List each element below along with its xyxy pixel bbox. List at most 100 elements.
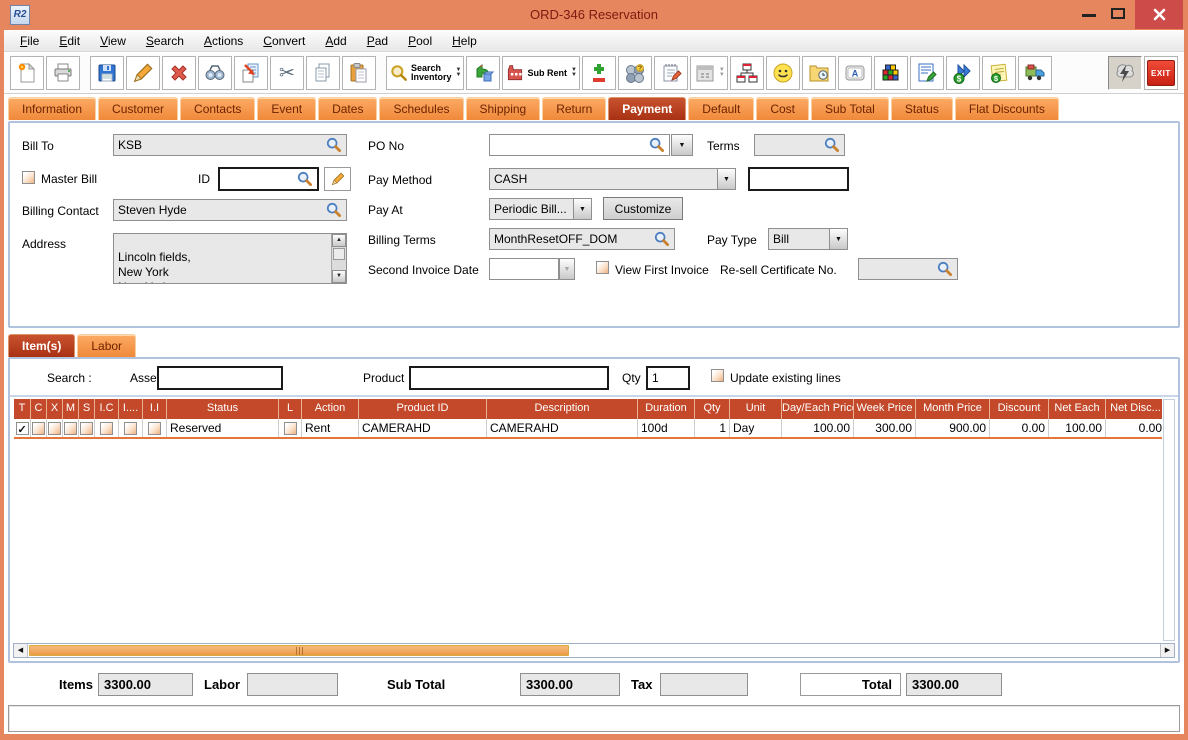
tab-labor[interactable]: Labor — [77, 334, 136, 357]
cell-duration[interactable]: 100d — [638, 419, 695, 437]
column-header[interactable]: I.... — [119, 399, 143, 419]
cell-description[interactable]: CAMERAHD — [487, 419, 638, 437]
tab-contacts[interactable]: Contacts — [180, 97, 255, 120]
shipping-truck-button[interactable] — [1018, 56, 1052, 90]
availability-button[interactable]: ? — [618, 56, 652, 90]
scrollbar-thumb[interactable] — [29, 645, 569, 656]
convert-button[interactable] — [466, 56, 500, 90]
tab-sub-total[interactable]: Sub Total — [811, 97, 889, 120]
menu-help[interactable]: Help — [442, 34, 487, 48]
row-ic-checkbox[interactable] — [100, 422, 113, 435]
column-header-net-each[interactable]: Net Each — [1049, 399, 1106, 419]
column-header-product-id[interactable]: Product ID — [359, 399, 487, 419]
copy-button[interactable] — [306, 56, 340, 90]
items-horizontal-scrollbar[interactable]: ◀ ▶ — [13, 643, 1175, 658]
menu-add[interactable]: Add — [315, 34, 356, 48]
scroll-left-icon[interactable]: ◀ — [14, 644, 28, 657]
contact-button[interactable] — [766, 56, 800, 90]
column-header[interactable]: T — [14, 399, 31, 419]
scroll-right-icon[interactable]: ▶ — [1160, 644, 1174, 657]
column-header-discount[interactable]: Discount — [990, 399, 1049, 419]
calendar-button[interactable]: ▼▼ — [690, 56, 728, 90]
second-invoice-dropdown-button[interactable]: ▼ — [559, 258, 575, 280]
column-header[interactable]: I.I — [143, 399, 167, 419]
menu-file[interactable]: File — [10, 34, 49, 48]
tab-default[interactable]: Default — [688, 97, 754, 120]
tab-payment[interactable]: Payment — [608, 97, 686, 120]
bill-to-field[interactable]: KSB — [113, 134, 347, 156]
second-invoice-date-field[interactable] — [489, 258, 559, 280]
column-header[interactable]: X — [47, 399, 63, 419]
packages-button[interactable] — [874, 56, 908, 90]
print-button[interactable] — [46, 56, 80, 90]
cell-month-price[interactable]: 900.00 — [916, 419, 990, 437]
quick-action-button[interactable] — [1108, 56, 1142, 90]
maximize-button[interactable] — [1111, 8, 1125, 19]
paste-button[interactable] — [342, 56, 376, 90]
save-button[interactable] — [90, 56, 124, 90]
close-button[interactable] — [1135, 0, 1183, 29]
minimize-button[interactable] — [1082, 14, 1096, 17]
update-existing-lines-checkbox[interactable] — [711, 369, 724, 382]
menu-search[interactable]: Search — [136, 34, 194, 48]
new-button[interactable] — [10, 56, 44, 90]
master-bill-checkbox[interactable] — [22, 171, 35, 184]
id-field[interactable] — [218, 167, 319, 191]
row-c-checkbox[interactable] — [32, 422, 45, 435]
cell-status[interactable]: Reserved — [167, 419, 279, 437]
items-vertical-scrollbar[interactable] — [1163, 399, 1175, 641]
tab-flat-discounts[interactable]: Flat Discounts — [955, 97, 1059, 120]
tab-return[interactable]: Return — [542, 97, 606, 120]
edit-notes-button[interactable] — [910, 56, 944, 90]
tab-status[interactable]: Status — [891, 97, 953, 120]
menu-pool[interactable]: Pool — [398, 34, 442, 48]
chevron-down-icon[interactable]: ▼ — [829, 229, 847, 249]
column-header[interactable]: L — [279, 399, 302, 419]
column-header[interactable]: C — [31, 399, 47, 419]
billing-terms-field[interactable]: MonthResetOFF_DOM — [489, 228, 675, 250]
billing-contact-lookup-icon[interactable] — [326, 202, 342, 218]
notes-button[interactable] — [654, 56, 688, 90]
delete-button[interactable] — [162, 56, 196, 90]
tab-items[interactable]: Item(s) — [8, 334, 75, 357]
column-header-qty[interactable]: Qty — [695, 399, 730, 419]
menu-actions[interactable]: Actions — [194, 34, 253, 48]
menu-view[interactable]: View — [90, 34, 136, 48]
column-header[interactable]: S — [79, 399, 95, 419]
chevron-down-icon[interactable]: ▼ — [717, 169, 735, 189]
bill-to-lookup-icon[interactable] — [326, 137, 342, 153]
column-header-day-price[interactable]: Day/Each Price — [782, 399, 854, 419]
terms-lookup-icon[interactable] — [824, 137, 840, 153]
scroll-down-icon[interactable]: ▼ — [332, 270, 346, 283]
column-header-week-price[interactable]: Week Price — [854, 399, 916, 419]
column-header-action[interactable]: Action — [302, 399, 359, 419]
add-remove-line-button[interactable] — [582, 56, 616, 90]
tab-information[interactable]: Information — [8, 97, 96, 120]
cell-day-price[interactable]: 100.00 — [782, 419, 854, 437]
column-header-unit[interactable]: Unit — [730, 399, 782, 419]
id-lookup-icon[interactable] — [297, 171, 313, 187]
column-header-duration[interactable]: Duration — [638, 399, 695, 419]
menu-edit[interactable]: Edit — [49, 34, 90, 48]
resell-certificate-field[interactable] — [858, 258, 958, 280]
po-no-lookup-icon[interactable] — [649, 137, 665, 153]
cell-qty[interactable]: 1 — [695, 419, 730, 437]
column-header[interactable]: I.C — [95, 399, 119, 419]
spinner-arrows-icon[interactable]: ▼▼ — [456, 68, 462, 78]
row-l-checkbox[interactable] — [284, 422, 297, 435]
invoice-button[interactable]: $ — [982, 56, 1016, 90]
cell-product-id[interactable]: CAMERAHD — [359, 419, 487, 437]
row-t-checkbox[interactable] — [16, 422, 29, 435]
qty-input[interactable]: 1 — [646, 366, 690, 390]
cell-action[interactable]: Rent — [302, 419, 359, 437]
id-edit-button[interactable] — [324, 167, 351, 191]
row-i-checkbox[interactable] — [124, 422, 137, 435]
items-table-header[interactable]: T C X M S I.C I.... I.I Status L Action … — [14, 399, 1162, 419]
billing-contact-field[interactable]: Steven Hyde — [113, 199, 347, 221]
tab-customer[interactable]: Customer — [98, 97, 178, 120]
customize-button[interactable]: Customize — [603, 197, 683, 220]
table-row[interactable]: Reserved Rent CAMERAHD CAMERAHD 100d 1 D… — [14, 419, 1162, 439]
cell-unit[interactable]: Day — [730, 419, 782, 437]
column-header-status[interactable]: Status — [167, 399, 279, 419]
tab-shipping[interactable]: Shipping — [466, 97, 541, 120]
